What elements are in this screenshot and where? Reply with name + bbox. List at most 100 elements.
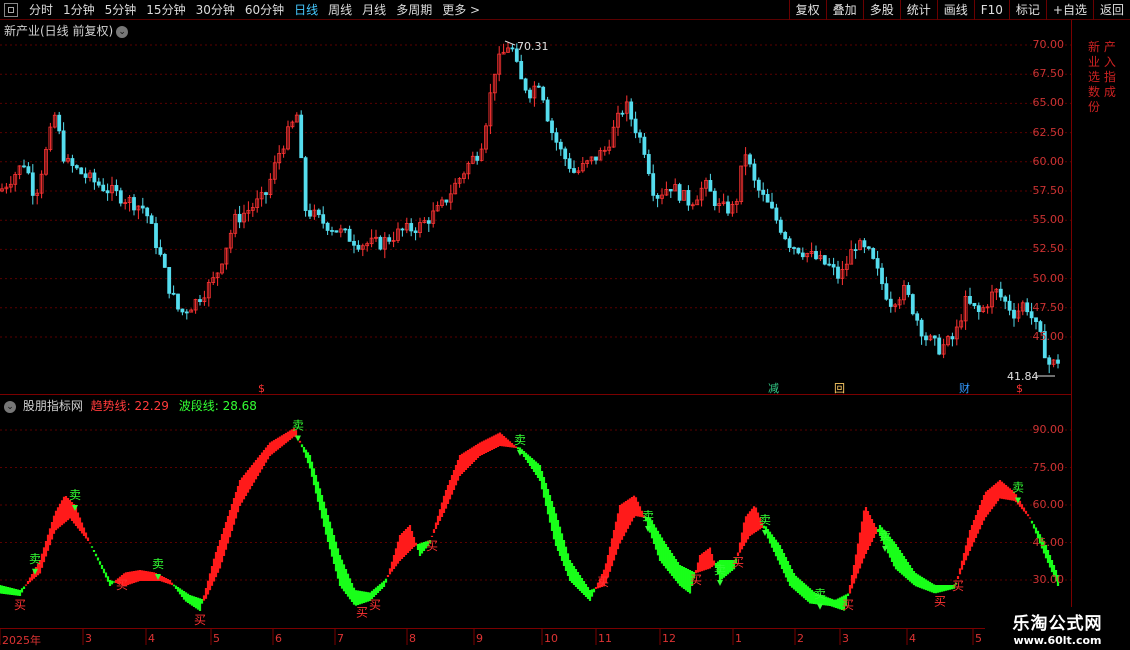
buy-signal: 买 <box>426 539 438 553</box>
candle-body <box>888 298 893 307</box>
candle-body <box>343 228 348 231</box>
sell-signal: 卖 <box>69 488 81 502</box>
date-tick: 4 <box>909 632 916 645</box>
date-tick: 7 <box>337 632 344 645</box>
candle-body <box>831 264 836 268</box>
candle-body <box>387 237 392 242</box>
candle-body <box>70 158 75 166</box>
candle-body <box>871 248 876 259</box>
candle-body <box>620 112 625 115</box>
sell-arrow-icon <box>817 603 823 610</box>
buy-signal: 买 <box>116 578 128 592</box>
candle-body <box>836 266 840 279</box>
buy-signal: 买 <box>690 573 702 587</box>
candle-body <box>26 166 31 174</box>
candle-body <box>519 61 524 80</box>
sell-arrow-icon <box>295 435 301 442</box>
price-tick: 57.50 <box>1032 184 1065 197</box>
candle-body <box>726 201 730 214</box>
candle-body <box>655 194 660 199</box>
price-tick: 47.50 <box>1032 300 1065 314</box>
watermark-title: 乐淘公式网 <box>1012 614 1103 634</box>
candle-body <box>554 132 559 143</box>
candle-body <box>677 184 682 201</box>
candle-body <box>96 181 101 186</box>
candle-body <box>316 209 321 216</box>
candle-body <box>545 99 550 122</box>
candle-body <box>400 228 405 231</box>
date-tick: 2025年 <box>2 634 41 647</box>
candle-body <box>765 194 770 203</box>
candle-body <box>444 199 449 203</box>
candle-body <box>567 158 572 169</box>
date-tick: 3 <box>842 632 849 645</box>
candle-body <box>184 311 189 314</box>
sell-signal: 卖 <box>759 513 771 527</box>
chart-canvas[interactable]: 70.3141.84$ 减回财 $卖卖卖卖卖卖卖卖卖卖卖买买买买买买买 买买买 买买 <box>0 0 1130 650</box>
candle-body <box>83 173 88 178</box>
candle-body <box>668 189 673 192</box>
indicator-tick: 90.00 <box>1032 423 1065 436</box>
candle-body <box>783 231 788 240</box>
candle-body <box>651 173 656 196</box>
candle-body <box>334 230 339 233</box>
sell-signal: 卖 <box>152 557 164 571</box>
candle-body <box>866 246 871 249</box>
date-tick: 5 <box>975 632 982 645</box>
price-tick: 62.50 <box>1032 125 1065 139</box>
candle-body <box>308 210 312 217</box>
candle-body <box>708 180 713 192</box>
candle-body <box>910 294 915 315</box>
candle-body <box>413 230 418 233</box>
date-tick: 6 <box>275 632 282 645</box>
candle-body <box>475 155 480 161</box>
candle-body <box>510 47 515 50</box>
buy-signal: 买 <box>194 613 206 627</box>
candle-body <box>880 267 884 285</box>
indicator-tick: 75.00 <box>1032 460 1065 474</box>
candle-body <box>915 313 920 321</box>
candle-body <box>642 136 647 155</box>
candle-body <box>800 252 805 258</box>
candle-body <box>167 267 172 294</box>
event-marker: 回 <box>834 382 845 395</box>
candle-body <box>158 247 163 255</box>
candle-body <box>114 185 119 192</box>
candle-body <box>862 240 867 248</box>
candle-body <box>30 172 35 196</box>
candle-body <box>1007 300 1012 311</box>
candle-body <box>536 85 541 88</box>
candle-body <box>787 238 792 248</box>
candle-body <box>149 215 154 224</box>
candle-body <box>756 179 761 191</box>
candle-body <box>814 251 818 260</box>
candle-body <box>550 120 554 134</box>
candle-body <box>875 258 880 269</box>
candle-body <box>638 132 642 138</box>
candle-body <box>629 101 634 120</box>
candle-body <box>950 336 955 340</box>
high-label: 70.31 <box>517 40 549 53</box>
date-tick: 2 <box>797 632 804 645</box>
date-tick: 1 <box>735 632 742 645</box>
candle-body <box>171 292 176 295</box>
candle-body <box>1025 302 1030 313</box>
candle-body <box>594 156 598 161</box>
candle-body <box>998 288 1003 298</box>
candle-body <box>778 219 783 233</box>
candle-body <box>774 207 779 221</box>
date-tick: 3 <box>85 632 92 645</box>
candle-body <box>748 154 752 165</box>
price-tick: 50.00 <box>1032 271 1065 285</box>
indicator-tick: 45.00 <box>1032 535 1065 549</box>
price-tick: 55.00 <box>1032 213 1065 227</box>
candle-body <box>145 207 150 217</box>
indicator-tick: 30.00 <box>1032 573 1065 586</box>
candle-body <box>409 223 414 232</box>
candle-body <box>22 165 26 168</box>
date-tick: 5 <box>213 632 220 645</box>
sell-signal: 卖 <box>814 587 826 601</box>
sell-signal: 卖 <box>514 433 526 447</box>
buy-signal: 买 <box>14 598 26 612</box>
watermark: 乐淘公式网 www.60lt.com <box>985 607 1130 650</box>
